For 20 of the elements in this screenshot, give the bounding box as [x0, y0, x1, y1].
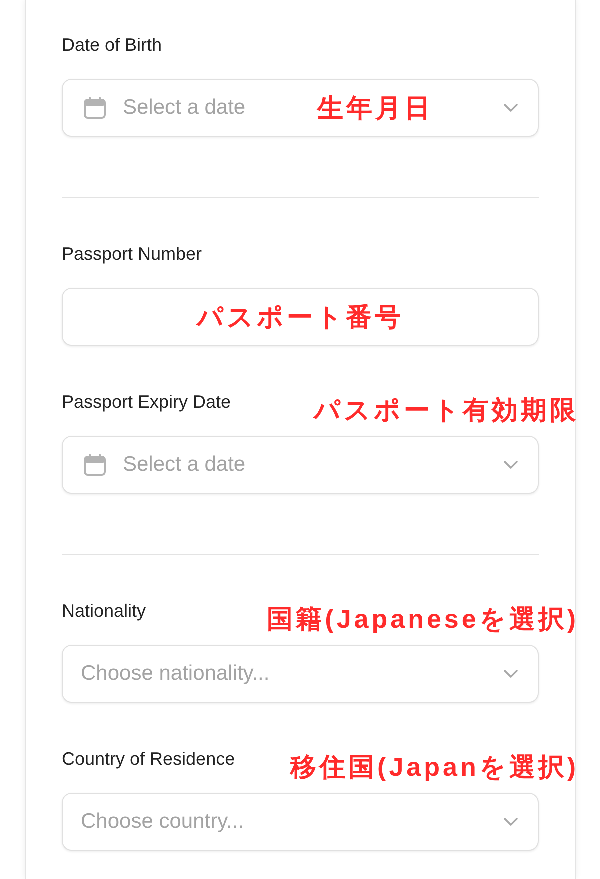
date-picker[interactable]: Select a date — [62, 436, 539, 494]
chevron-down-icon — [504, 670, 518, 678]
calendar-icon — [84, 97, 106, 119]
input-field[interactable] — [62, 288, 539, 346]
annotation-text: 生年月日 — [318, 95, 434, 121]
chevron-down-icon — [504, 461, 518, 469]
dropdown[interactable]: Choose nationality... — [62, 645, 539, 703]
field-label: Date of Birth — [62, 34, 162, 57]
calendar-icon — [84, 454, 106, 476]
field-label: Country of Residence — [62, 748, 236, 771]
chevron-down-icon — [504, 818, 518, 826]
annotation-text: 国籍(Japaneseを選択) — [267, 606, 579, 632]
field-label: Passport Number — [62, 243, 202, 266]
dropdown[interactable]: Choose country... — [62, 793, 539, 851]
field-label: Passport Expiry Date — [62, 391, 232, 414]
field-label: Nationality — [62, 600, 146, 623]
chevron-down-icon — [504, 104, 518, 112]
annotation-text: 移住国(Japanを選択) — [290, 754, 579, 780]
annotation-text: パスポート有効期限 — [314, 397, 579, 423]
annotation-text: パスポート番号 — [197, 304, 404, 330]
